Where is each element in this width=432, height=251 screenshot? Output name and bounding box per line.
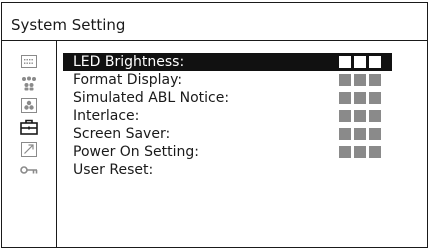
value-square (354, 92, 366, 104)
menu-item-user-reset[interactable]: User Reset: (63, 161, 392, 179)
settings-menu: LED Brightness: Format Display: Simulate… (63, 53, 392, 179)
settings-window: System Setting LED Brightness: Format Di… (1, 2, 428, 248)
value-square (354, 128, 366, 140)
menu-item-simulated-abl-notice[interactable]: Simulated ABL Notice: (63, 89, 392, 107)
value-indicator (339, 56, 381, 68)
value-square (369, 146, 381, 158)
menu-item-interlace[interactable]: Interlace: (63, 107, 392, 125)
value-square (354, 110, 366, 122)
value-square (369, 56, 381, 68)
menu-item-label: Screen Saver: (73, 126, 171, 142)
value-square (339, 92, 351, 104)
value-indicator (339, 92, 381, 104)
value-square (339, 110, 351, 122)
value-square (354, 74, 366, 86)
key-icon[interactable] (20, 162, 38, 180)
menu-item-label: Simulated ABL Notice: (73, 90, 230, 106)
value-square (369, 74, 381, 86)
value-square (339, 56, 351, 68)
value-square (339, 74, 351, 86)
value-square (339, 146, 351, 158)
value-square (369, 92, 381, 104)
user-group-icon[interactable] (20, 74, 38, 92)
sidebar-divider (56, 40, 57, 248)
sidebar (16, 52, 42, 184)
value-square (369, 110, 381, 122)
menu-item-label: Power On Setting: (73, 144, 199, 160)
value-square (339, 128, 351, 140)
color-icon[interactable] (20, 96, 38, 114)
value-indicator (339, 74, 381, 86)
menu-item-label: LED Brightness: (73, 54, 185, 70)
menu-item-screen-saver[interactable]: Screen Saver: (63, 125, 392, 143)
menu-item-label: Format Display: (73, 72, 183, 88)
arrow-icon[interactable] (20, 140, 38, 158)
menu-item-power-on-setting[interactable]: Power On Setting: (63, 143, 392, 161)
value-square (354, 56, 366, 68)
menu-item-label: User Reset: (73, 162, 154, 178)
value-indicator (339, 128, 381, 140)
header-divider (2, 40, 427, 41)
value-square (354, 146, 366, 158)
menu-item-label: Interlace: (73, 108, 140, 124)
value-square (369, 128, 381, 140)
value-indicator (339, 110, 381, 122)
menu-item-format-display[interactable]: Format Display: (63, 71, 392, 89)
window-title: System Setting (11, 16, 126, 34)
menu-item-led-brightness[interactable]: LED Brightness: (63, 53, 392, 71)
toolbox-icon[interactable] (20, 118, 38, 136)
status-icon[interactable] (20, 52, 38, 70)
value-indicator (339, 146, 381, 158)
